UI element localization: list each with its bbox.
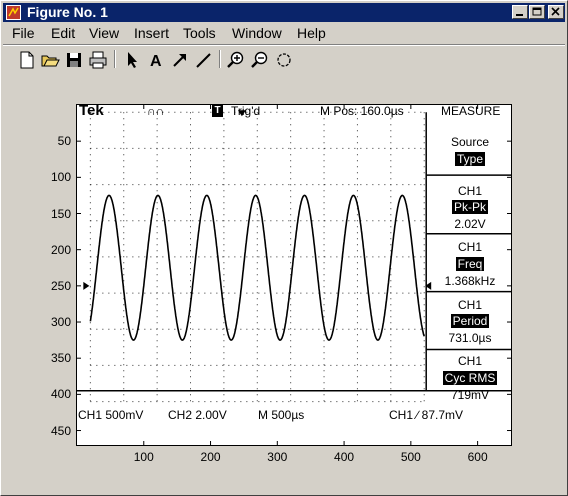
measure-title: MEASURE xyxy=(441,104,501,118)
meas4-channel: CH1 xyxy=(457,354,482,368)
source-label: Source xyxy=(450,135,490,149)
type-label-wrap: Type xyxy=(432,152,508,166)
y-tick-label: 200 xyxy=(50,242,71,257)
meas2-type-wrap: Freq xyxy=(432,257,508,271)
type-label: Type xyxy=(454,152,485,166)
m-pos-readout: M Pos: 160.0µs xyxy=(320,104,404,118)
x-tick-label: 400 xyxy=(334,450,355,464)
y-tick-label: 250 xyxy=(50,278,71,293)
meas1-value: 2.02V xyxy=(454,217,486,231)
y-tick-label: 450 xyxy=(50,423,71,438)
meas3-type-wrap: Period xyxy=(432,314,508,328)
status-trigger: CH1 ∕ 87.7mV xyxy=(389,408,464,422)
meas3-channel: CH1 xyxy=(457,298,482,312)
meas1-type: Pk-Pk xyxy=(451,200,488,214)
meas3-type: Period xyxy=(450,314,490,328)
x-tick-label: 100 xyxy=(133,450,154,464)
scope-brand: Tek xyxy=(79,102,104,119)
y-tick-label: 150 xyxy=(50,206,71,221)
y-tick-label: 400 xyxy=(50,387,71,402)
trigger-marker: T xyxy=(212,104,223,117)
meas2-value: 1.368kHz xyxy=(444,274,496,288)
status-timebase: M 500µs xyxy=(258,408,305,422)
status-ch1: CH1 500mV xyxy=(78,408,144,422)
meas1-type-wrap: Pk-Pk xyxy=(432,200,508,214)
meas2-channel: CH1 xyxy=(457,240,482,254)
meas4-value: 719mV xyxy=(450,388,490,402)
y-tick-label: 100 xyxy=(50,170,71,185)
meas1-channel: CH1 xyxy=(457,184,482,198)
waveform-trace xyxy=(89,194,425,341)
meas3-value: 731.0µs xyxy=(448,331,492,345)
trigger-state: Trig'd xyxy=(231,104,261,118)
x-tick-label: 600 xyxy=(467,450,488,464)
x-tick-label: 200 xyxy=(200,450,221,464)
trigger-waveform-icon: ∩∩ xyxy=(147,104,165,118)
x-tick-label: 300 xyxy=(267,450,288,464)
x-tick-label: 500 xyxy=(400,450,421,464)
y-tick-label: 50 xyxy=(57,134,71,149)
y-tick-label: 300 xyxy=(50,315,71,330)
ch1-ground-marker xyxy=(83,281,90,290)
y-tick-label: 350 xyxy=(50,351,71,366)
meas2-type: Freq xyxy=(455,257,485,271)
meas4-type-wrap: Cyc RMS xyxy=(432,371,508,385)
meas4-type: Cyc RMS xyxy=(442,371,498,385)
status-ch2: CH2 2.00V xyxy=(168,408,227,422)
